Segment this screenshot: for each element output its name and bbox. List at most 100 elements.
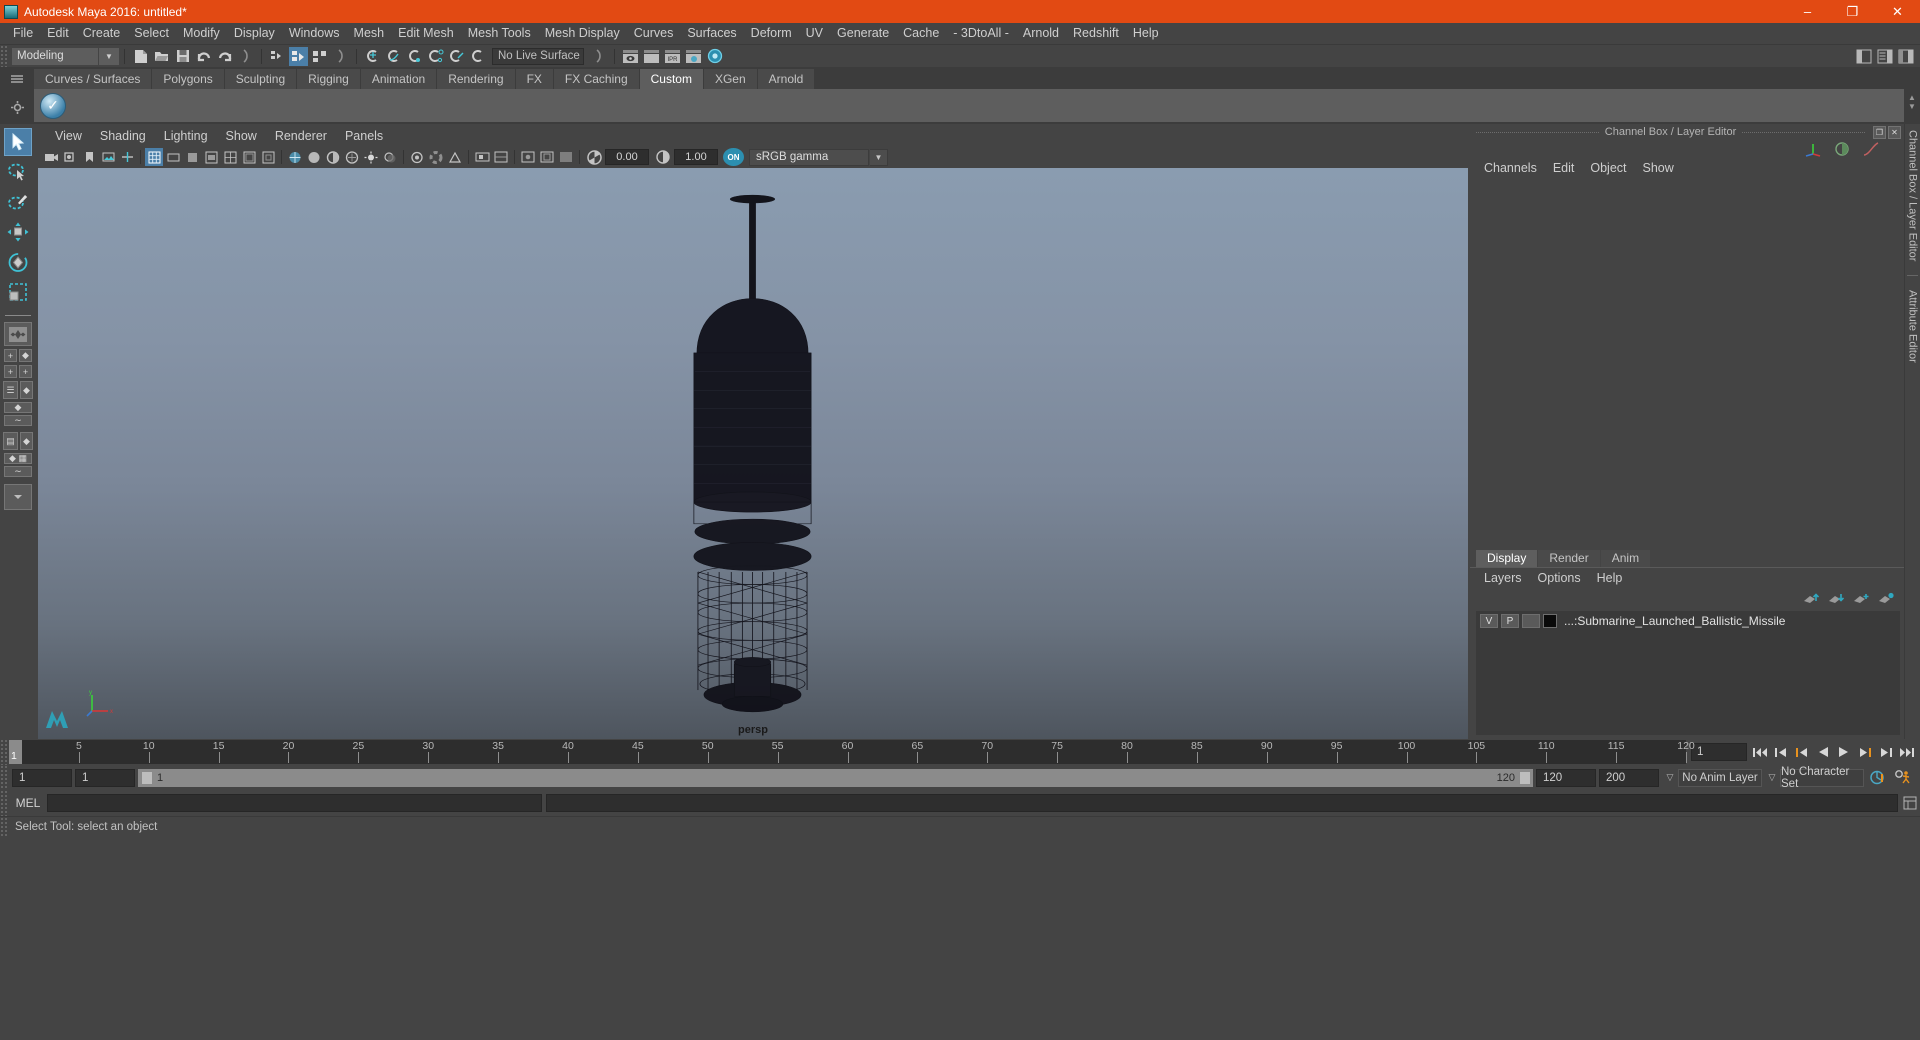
viewport-menu-renderer[interactable]: Renderer	[266, 126, 336, 146]
command-line-grip[interactable]	[0, 790, 9, 816]
menu-deform[interactable]: Deform	[744, 23, 799, 44]
viewport-menu-view[interactable]: View	[46, 126, 91, 146]
open-scene-icon[interactable]	[152, 47, 171, 66]
gamma-icon[interactable]	[653, 148, 673, 166]
channel-menu-channels[interactable]: Channels	[1476, 161, 1545, 175]
layout-persp-hyper-icon[interactable]: ◆	[20, 432, 33, 450]
layer-color-swatch[interactable]	[1543, 614, 1557, 628]
render-view-icon[interactable]	[621, 47, 640, 66]
multisample-aa-icon[interactable]	[446, 148, 464, 166]
shelf-tab-polygons[interactable]: Polygons	[152, 69, 224, 89]
snap-projected-icon[interactable]	[426, 47, 445, 66]
character-set-selector[interactable]: No Character Set	[1780, 766, 1864, 790]
toolbar-expand-icon[interactable]	[236, 47, 255, 66]
isolate-select-icon[interactable]	[473, 148, 491, 166]
toolbar-grip[interactable]	[0, 45, 9, 67]
shelf-tabs-menu-icon[interactable]	[0, 67, 34, 91]
layout-persp-icon[interactable]: ◆	[19, 349, 32, 362]
shadows-icon[interactable]	[381, 148, 399, 166]
safe-title-icon[interactable]	[259, 148, 277, 166]
shelf-tab-arnold[interactable]: Arnold	[757, 69, 815, 89]
live-surface-field[interactable]: No Live Surface	[492, 47, 584, 65]
shelf-tab-curves-surfaces[interactable]: Curves / Surfaces	[34, 69, 152, 89]
viewport-menu-show[interactable]: Show	[217, 126, 266, 146]
menu-generate[interactable]: Generate	[830, 23, 896, 44]
help-line-grip[interactable]	[0, 817, 9, 836]
next-key-icon[interactable]	[1876, 742, 1895, 762]
layer-name[interactable]: ...:Submarine_Launched_Ballistic_Missile	[1564, 614, 1785, 628]
layout-persp-outliner-icon[interactable]: ◆ ▦	[4, 453, 32, 464]
move-layer-down-icon[interactable]	[1828, 592, 1844, 605]
script-editor-icon[interactable]	[1900, 796, 1920, 810]
shelf-tab-fx[interactable]: FX	[515, 69, 553, 89]
menu-3dtoall[interactable]: - 3DtoAll -	[946, 23, 1016, 44]
close-button[interactable]: ✕	[1875, 0, 1920, 23]
menu-edit[interactable]: Edit	[40, 23, 76, 44]
playback-start-field[interactable]: 1	[75, 768, 135, 787]
range-bar-grip[interactable]	[0, 765, 9, 790]
shelf-tab-rendering[interactable]: Rendering	[437, 69, 515, 89]
step-back-frame-icon[interactable]	[1792, 742, 1811, 762]
viewport-menu-lighting[interactable]: Lighting	[155, 126, 217, 146]
shelf-options-menu-icon[interactable]	[0, 91, 34, 124]
safe-action-icon[interactable]	[240, 148, 258, 166]
snap-curve-icon[interactable]	[384, 47, 403, 66]
layout-more-chevron-down-icon[interactable]	[4, 484, 32, 510]
undo-icon[interactable]	[194, 47, 213, 66]
pie-toggle-icon[interactable]	[1834, 141, 1850, 157]
menu-uv[interactable]: UV	[799, 23, 830, 44]
menu-edit-mesh[interactable]: Edit Mesh	[391, 23, 461, 44]
rotate-tool-icon[interactable]	[4, 248, 32, 276]
previous-key-icon[interactable]	[1771, 742, 1790, 762]
shelf-tab-xgen[interactable]: XGen	[703, 69, 757, 89]
shelf-tab-animation[interactable]: Animation	[360, 69, 437, 89]
wireframe-shading-icon[interactable]	[286, 148, 304, 166]
layout-outliner-persp-icon[interactable]: ☰	[3, 381, 18, 399]
film-gate-icon[interactable]	[164, 148, 182, 166]
perspective-viewport[interactable]: persp y x	[38, 168, 1468, 739]
toolbar-expand-icon[interactable]	[589, 47, 608, 66]
gate-mask-icon[interactable]	[202, 148, 220, 166]
make-live-icon[interactable]	[468, 47, 487, 66]
hypershade-icon[interactable]	[705, 47, 724, 66]
current-frame-field[interactable]: 1	[1691, 743, 1747, 761]
shelf-item-checkmark-icon[interactable]: ✓	[40, 92, 66, 119]
menu-mesh[interactable]: Mesh	[347, 23, 392, 44]
exposure-field[interactable]: 0.00	[605, 149, 649, 165]
layer-tab-anim[interactable]: Anim	[1600, 550, 1651, 567]
snap-view-plane-icon[interactable]	[447, 47, 466, 66]
go-to-start-icon[interactable]	[1750, 742, 1769, 762]
menuset-selector[interactable]: Modeling	[12, 47, 98, 65]
shelf-scroll-up-icon[interactable]: ▲	[1908, 93, 1916, 102]
color-profile-selector[interactable]: sRGB gamma	[749, 148, 869, 166]
panel-undock-icon[interactable]: ❐	[1873, 125, 1886, 139]
range-slider[interactable]: 1 120	[138, 768, 1533, 787]
layer-menu-layers[interactable]: Layers	[1476, 571, 1530, 585]
scale-tool-icon[interactable]	[4, 278, 32, 306]
minimize-button[interactable]: –	[1785, 0, 1830, 23]
snap-grid-icon[interactable]	[363, 47, 382, 66]
use-all-lights-icon[interactable]	[362, 148, 380, 166]
menu-file[interactable]: File	[6, 23, 40, 44]
layout-graph-editor-icon[interactable]: ∼	[4, 415, 32, 426]
command-language-label[interactable]: MEL	[9, 796, 47, 810]
menu-create[interactable]: Create	[76, 23, 128, 44]
play-backwards-icon[interactable]	[1813, 742, 1832, 762]
time-slider-grip[interactable]	[0, 739, 9, 765]
channel-box-body[interactable]	[1470, 178, 1904, 548]
channel-menu-show[interactable]: Show	[1635, 161, 1682, 175]
move-tool-icon[interactable]	[4, 218, 32, 246]
shelf-tab-sculpting[interactable]: Sculpting	[224, 69, 297, 89]
step-forward-frame-icon[interactable]	[1855, 742, 1874, 762]
layer-tab-display[interactable]: Display	[1476, 550, 1538, 567]
motion-blur-icon[interactable]	[427, 148, 445, 166]
sidebar-toggle-attribute-icon[interactable]	[1875, 47, 1894, 66]
sidebar-toggle-modeling-icon[interactable]	[1854, 47, 1873, 66]
layout-single-perspective-icon[interactable]	[4, 322, 32, 346]
xray-active-components-icon[interactable]	[538, 148, 556, 166]
create-empty-layer-icon[interactable]	[1853, 592, 1869, 605]
layout-hypershade-icon[interactable]: ▤	[3, 432, 18, 450]
snap-point-icon[interactable]	[405, 47, 424, 66]
anim-layer-chevron-down-icon[interactable]: ▽	[1662, 772, 1678, 783]
anim-layer-selector[interactable]: No Anim Layer	[1678, 768, 1762, 787]
